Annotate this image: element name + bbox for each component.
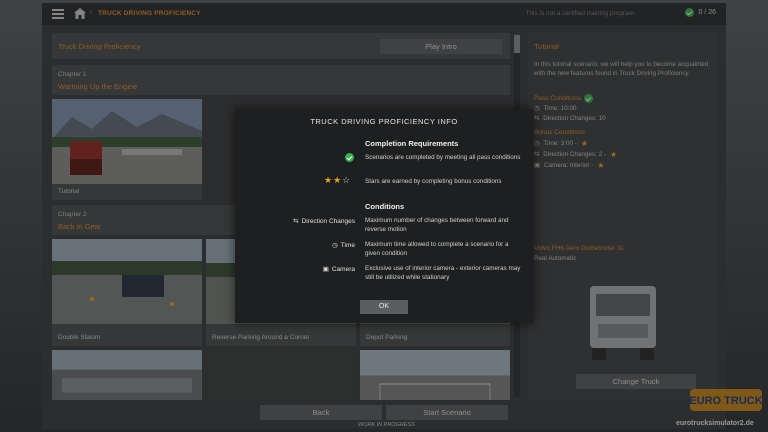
dialog-title: TRUCK DRIVING PROFICIENCY INFO [310,117,458,126]
condition-camera-desc: Exclusive use of interior camera - exter… [365,265,521,281]
condition-direction-desc: Maximum number of changes between forwar… [365,217,509,233]
requirement-bonus: Stars are earned by completing bonus con… [365,178,502,185]
conditions-heading: Conditions [365,202,405,211]
condition-time-desc: Maximum time allowed to complete a scena… [365,241,509,257]
camera-label: Camera [331,265,355,273]
stopwatch-icon: ◷ [332,242,338,249]
stars-icon: ★★☆ [324,175,352,185]
completion-requirements-heading: Completion Requirements [365,139,459,148]
condition-time-label: ◷ Time [332,241,355,250]
time-label: Time [340,241,355,249]
condition-camera-label: ▣ Camera [322,265,355,274]
requirement-pass: Scenarios are completed by meeting all p… [365,154,521,161]
direction-change-icon: ⇆ [293,218,299,225]
condition-direction-label: ⇆ Direction Changes [293,217,355,226]
info-dialog: TRUCK DRIVING PROFICIENCY INFO Completio… [235,109,533,323]
camera-icon: ▣ [322,266,329,273]
direction-changes-label: Direction Changes [301,217,355,225]
check-icon [345,153,354,162]
ok-button[interactable]: OK [360,300,408,314]
